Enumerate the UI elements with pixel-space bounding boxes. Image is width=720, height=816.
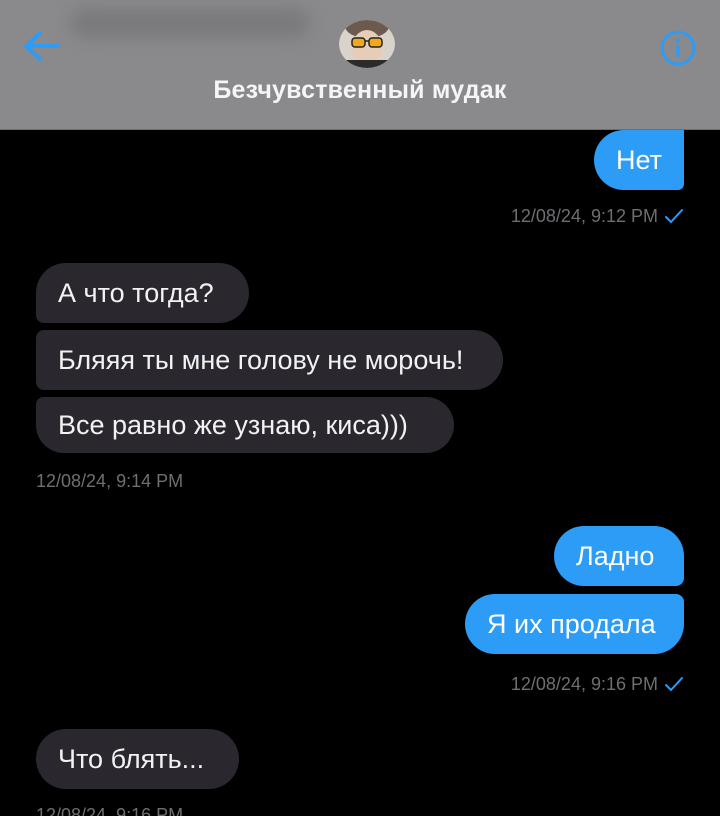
info-button[interactable]	[656, 26, 700, 70]
read-check-icon	[665, 677, 683, 691]
read-check-icon	[665, 209, 683, 223]
message-bubble-incoming[interactable]: А что тогда?	[36, 263, 249, 323]
back-button[interactable]	[20, 26, 64, 66]
message-bubble-incoming[interactable]: Бляяя ты мне голову не морочь!	[36, 330, 503, 390]
message-timestamp: 12/08/24, 9:16 PM	[36, 805, 184, 816]
info-circle-icon	[660, 30, 696, 66]
message-bubble-outgoing[interactable]: Я их продала	[465, 594, 684, 654]
message-bubble-incoming[interactable]: Что блять...	[36, 729, 239, 789]
blurred-area	[70, 8, 310, 38]
chat-screen: Нет 12/08/24, 9:12 PM А что тогда? Бляяя…	[0, 0, 720, 816]
contact-name[interactable]: Безчувственный мудак	[0, 76, 720, 105]
message-timestamp: 12/08/24, 9:12 PM	[510, 206, 658, 226]
message-bubble-incoming[interactable]: Все равно же узнаю, киса)))	[36, 397, 454, 453]
message-bubble-outgoing[interactable]: Нет	[594, 130, 684, 190]
avatar[interactable]	[339, 20, 395, 68]
arrow-left-icon	[24, 31, 60, 61]
chat-header: Безчувственный мудак	[0, 0, 720, 130]
message-timestamp: 12/08/24, 9:14 PM	[36, 471, 184, 491]
message-timestamp: 12/08/24, 9:16 PM	[510, 674, 658, 694]
message-bubble-outgoing[interactable]: Ладно	[554, 526, 684, 586]
